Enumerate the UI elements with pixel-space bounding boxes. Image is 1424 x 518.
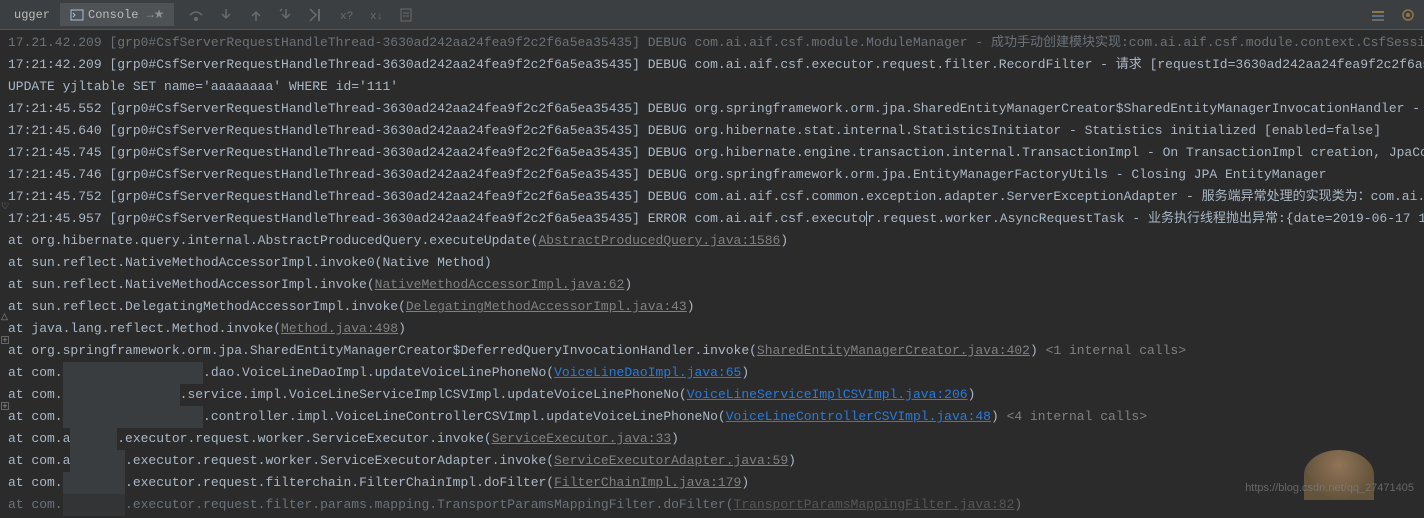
step-out-icon[interactable] [244,3,268,27]
close-tab-icon[interactable]: →★ [146,7,164,22]
console-tab[interactable]: Console →★ [60,3,174,26]
tab-label: ugger [14,8,50,22]
log-line: 17:21:42.209 [grp0#CsfServerRequestHandl… [8,54,1416,76]
source-link[interactable]: DelegatingMethodAccessorImpl.java:43 [406,299,687,314]
stack-line: at com.xxxxxxxx.executor.request.filter.… [8,494,1416,516]
step-into-icon[interactable] [214,3,238,27]
trace-icon[interactable]: x↓ [364,3,388,27]
source-link[interactable]: VoiceLineDaoImpl.java:65 [554,365,741,380]
toolbar: ugger Console →★ x? x↓ [0,0,1424,30]
evaluate-expression-icon[interactable]: x? [334,3,358,27]
log-line: 17:21:45.957 [grp0#CsfServerRequestHandl… [8,208,1416,230]
watermark: https://blog.csdn.net/qq_27471405 [1245,482,1414,494]
log-line: 17:21:45.746 [grp0#CsfServerRequestHandl… [8,164,1416,186]
console-icon [70,8,84,22]
log-line: 17:21:45.640 [grp0#CsfServerRequestHandl… [8,120,1416,142]
tab-label: Console [88,8,138,22]
stack-line: at com.axxxxxxx.executor.request.worker.… [8,450,1416,472]
stack-line: at sun.reflect.NativeMethodAccessorImpl.… [8,274,1416,296]
stack-line: at com.xxxxxxxxxxxxxxxxxx.controller.imp… [8,406,1416,428]
console-output: 17.21.42.209 [grp0#CsfServerRequestHandl… [0,30,1424,518]
redacted: xxxxxxxxxxxxxxx [63,384,180,406]
force-step-into-icon[interactable] [274,3,298,27]
stack-line: at sun.reflect.DelegatingMethodAccessorI… [8,296,1416,318]
gear-icon[interactable] [1396,3,1420,27]
source-link[interactable]: AbstractProducedQuery.java:1586 [539,233,781,248]
redacted: xxxxxxxxxxxxxxxxxx [63,406,203,428]
source-link[interactable]: Method.java:498 [281,321,398,336]
debugger-tab[interactable]: ugger [4,4,60,26]
redacted: xxxxxxxxxxxxxxxxxx [63,362,203,384]
log-line: 17:21:45.752 [grp0#CsfServerRequestHandl… [8,186,1416,208]
internal-calls: <1 internal calls> [1038,343,1186,358]
redacted: xxxxxxxx [63,472,125,494]
source-link[interactable]: TransportParamsMappingFilter.java:82 [734,497,1015,512]
expand-icon-2[interactable]: + [1,402,9,410]
redacted: xxxxxxx [70,450,125,472]
stack-line: at com.xxxxxxxxxxxxxxxxxx.dao.VoiceLineD… [8,362,1416,384]
stack-line: at com.xxxxxxxxxxxxxxx.service.impl.Voic… [8,384,1416,406]
stack-line: at com.xxxxxxxx.executor.request.filterc… [8,472,1416,494]
source-link[interactable]: VoiceLineServiceImplCSVImpl.java:206 [687,387,968,402]
run-to-cursor-icon[interactable] [304,3,328,27]
source-link[interactable]: NativeMethodAccessorImpl.java:62 [375,277,625,292]
log-line: 17.21.42.209 [grp0#CsfServerRequestHandl… [8,32,1416,54]
calculator-icon[interactable] [394,3,418,27]
stack-line: at org.springframework.orm.jpa.SharedEnt… [8,340,1416,362]
internal-calls: <4 internal calls> [999,409,1147,424]
stack-line: at com.axxxxxx.executor.request.worker.S… [8,428,1416,450]
lock-icon[interactable]: △ [1,312,8,322]
settings-icon[interactable] [1366,3,1390,27]
expand-icon[interactable]: + [1,336,9,344]
redacted: xxxxxxxx [63,494,125,516]
stack-line: at org.hibernate.query.internal.Abstract… [8,230,1416,252]
step-over-icon[interactable] [184,3,208,27]
source-link[interactable]: VoiceLineControllerCSVImpl.java:48 [726,409,991,424]
svg-text:x↓: x↓ [370,11,383,23]
source-link[interactable]: FilterChainImpl.java:179 [554,475,741,490]
log-line: 17:21:45.745 [grp0#CsfServerRequestHandl… [8,142,1416,164]
heart-icon[interactable]: ♡ [1,202,9,212]
source-link[interactable]: SharedEntityManagerCreator.java:402 [757,343,1030,358]
svg-text:x?: x? [340,11,353,23]
source-link[interactable]: ServiceExecutorAdapter.java:59 [554,453,788,468]
redacted: xxxxxx [70,428,117,450]
log-line: UPDATE yjltable SET name='aaaaaaaa' WHER… [8,76,1416,98]
stack-line: at java.lang.reflect.Method.invoke(Metho… [8,318,1416,340]
stack-line: at sun.reflect.NativeMethodAccessorImpl.… [8,252,1416,274]
log-line: 17:21:45.552 [grp0#CsfServerRequestHandl… [8,98,1416,120]
source-link[interactable]: ServiceExecutor.java:33 [492,431,671,446]
